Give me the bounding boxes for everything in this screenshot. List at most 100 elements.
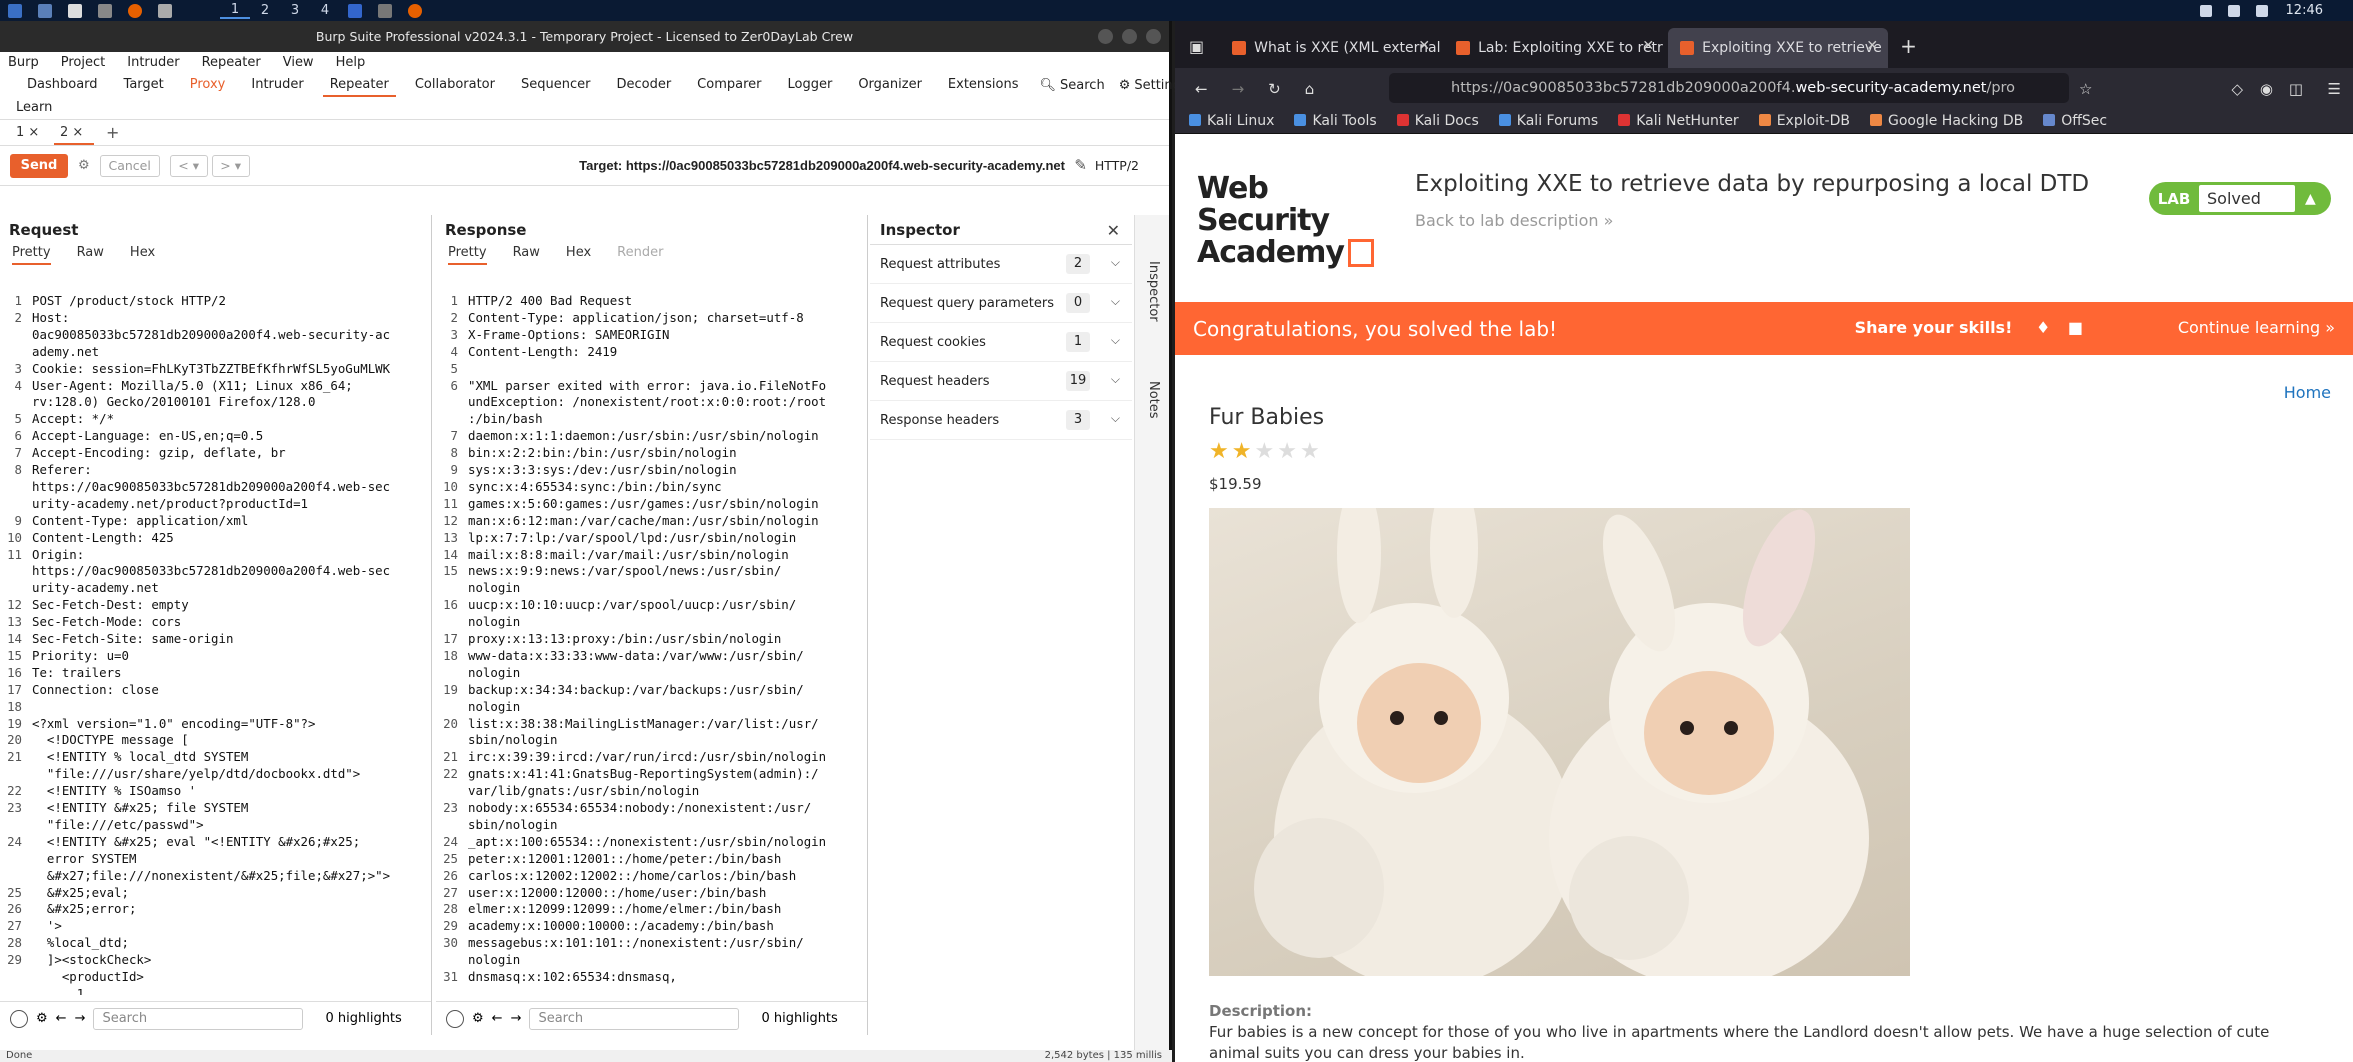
tab-repeater[interactable]: Repeater: [317, 72, 402, 98]
browser-tab-1[interactable]: What is XXE (XML external ✕: [1220, 28, 1440, 68]
reload-icon[interactable]: ↻: [1268, 80, 1281, 98]
close-tab-icon[interactable]: ✕: [1418, 38, 1430, 54]
forward-history-button[interactable]: > ▾: [211, 154, 250, 177]
app-launcher-icon[interactable]: [38, 3, 52, 18]
next-match-icon[interactable]: →: [511, 1011, 522, 1026]
cancel-button[interactable]: Cancel: [99, 154, 160, 177]
menu-help[interactable]: Help: [336, 55, 366, 70]
bookmark-star-icon[interactable]: ☆: [2079, 80, 2092, 98]
web-security-academy-logo[interactable]: Web Security Academy: [1197, 173, 1397, 269]
tab-sequencer[interactable]: Sequencer: [508, 72, 603, 98]
search-icon[interactable]: 🔍︎: [1040, 78, 1057, 93]
home-link[interactable]: Home: [2284, 383, 2331, 402]
request-view-hex[interactable]: Hex: [130, 245, 155, 265]
new-tab-icon[interactable]: +: [1900, 34, 1917, 58]
edit-target-icon[interactable]: ✎: [1074, 156, 1087, 174]
network-icon[interactable]: [2199, 4, 2212, 17]
back-icon[interactable]: ←: [1195, 80, 1208, 98]
side-tab-notes[interactable]: Notes: [1146, 381, 1161, 419]
gear-icon[interactable]: ⚙: [1119, 78, 1131, 93]
send-button[interactable]: Send: [10, 153, 68, 178]
twitter-icon[interactable]: ♦: [2036, 318, 2050, 337]
workspace-4[interactable]: 4: [310, 3, 340, 18]
tab-intruder[interactable]: Intruder: [238, 72, 316, 98]
volume-icon[interactable]: [2227, 4, 2240, 17]
url-bar[interactable]: https://0ac90085033bc57281db209000a200f4…: [1389, 73, 2069, 103]
back-to-description-link[interactable]: Back to lab description »: [1415, 211, 1613, 230]
tab-extensions[interactable]: Extensions: [935, 72, 1032, 98]
add-tab-icon[interactable]: +: [106, 123, 119, 142]
request-view-raw[interactable]: Raw: [77, 245, 104, 265]
tab-comparer[interactable]: Comparer: [684, 72, 774, 98]
kali-menu-icon[interactable]: [8, 3, 22, 18]
menu-repeater[interactable]: Repeater: [202, 55, 261, 70]
firefox-icon[interactable]: [128, 3, 142, 18]
inspector-response-headers[interactable]: Response headers 3 ⌵: [870, 401, 1132, 440]
close-tab-icon[interactable]: ✕: [1642, 38, 1654, 54]
inspector-request-cookies[interactable]: Request cookies 1 ⌵: [870, 323, 1132, 362]
pocket-icon[interactable]: ◇: [2231, 80, 2243, 98]
menu-burp[interactable]: Burp: [8, 55, 39, 70]
close-icon[interactable]: [1146, 29, 1161, 44]
terminal-icon[interactable]: [98, 3, 112, 18]
protocol-label[interactable]: HTTP/2: [1095, 158, 1139, 173]
tab-dashboard[interactable]: Dashboard: [14, 72, 111, 98]
forward-icon[interactable]: →: [1232, 80, 1245, 98]
account-icon[interactable]: ◉: [2260, 80, 2273, 98]
side-tab-inspector[interactable]: Inspector: [1146, 261, 1161, 322]
repeater-tab-2[interactable]: 2 ×: [54, 120, 94, 145]
menu-view[interactable]: View: [283, 55, 314, 70]
menu-intruder[interactable]: Intruder: [127, 55, 179, 70]
continue-learning-link[interactable]: Continue learning »: [2178, 318, 2335, 337]
response-search-input[interactable]: Search: [529, 1007, 740, 1030]
browser-tab-2[interactable]: Lab: Exploiting XXE to retr ✕: [1444, 28, 1664, 68]
inspector-query-parameters[interactable]: Request query parameters 0 ⌵: [870, 284, 1132, 323]
help-icon[interactable]: [10, 1009, 28, 1028]
notification-icon[interactable]: [2255, 4, 2268, 17]
request-editor[interactable]: 1 POST /product/stock HTTP/2 2 Host: 0ac9008…: [0, 293, 431, 995]
tab-target[interactable]: Target: [111, 72, 177, 98]
terminal-window-icon[interactable]: [158, 3, 172, 18]
inspector-request-attributes[interactable]: Request attributes 2 ⌵: [870, 245, 1132, 284]
settings-icon[interactable]: ⚙: [36, 1011, 48, 1026]
menu-project[interactable]: Project: [61, 55, 105, 70]
tab-decoder[interactable]: Decoder: [603, 72, 684, 98]
files-icon[interactable]: [68, 3, 82, 18]
bookmark-offsec[interactable]: OffSec: [2043, 113, 2107, 129]
bookmark-kali-tools[interactable]: Kali Tools: [1294, 113, 1377, 129]
minimize-icon[interactable]: [1098, 29, 1113, 44]
firefox-task-icon[interactable]: [408, 3, 422, 18]
tab-learn[interactable]: Learn: [16, 100, 52, 115]
tab-logger[interactable]: Logger: [775, 72, 846, 98]
response-view-hex[interactable]: Hex: [566, 245, 591, 265]
workspace-2[interactable]: 2: [250, 3, 280, 18]
close-inspector-icon[interactable]: ✕: [1107, 221, 1120, 240]
request-search-input[interactable]: Search: [93, 1007, 304, 1030]
prev-match-icon[interactable]: ←: [56, 1011, 67, 1026]
menu-icon[interactable]: ☰: [2328, 80, 2341, 98]
response-view-pretty[interactable]: Pretty: [448, 245, 487, 265]
next-match-icon[interactable]: →: [75, 1011, 86, 1026]
bookmark-kali-nethunter[interactable]: Kali NetHunter: [1618, 113, 1739, 129]
tab-overview-icon[interactable]: ▣: [1189, 37, 1204, 56]
settings-icon[interactable]: ⚙: [472, 1011, 484, 1026]
response-view-raw[interactable]: Raw: [513, 245, 540, 265]
bookmark-exploit-db[interactable]: Exploit-DB: [1758, 113, 1850, 129]
request-view-pretty[interactable]: Pretty: [12, 245, 51, 265]
extensions-icon[interactable]: ◫: [2289, 80, 2303, 98]
response-view-render[interactable]: Render: [617, 245, 663, 265]
tab-organizer[interactable]: Organizer: [845, 72, 935, 98]
workspace-1[interactable]: 1: [220, 2, 250, 19]
help-icon[interactable]: [446, 1009, 464, 1028]
burp-task-icon[interactable]: [348, 3, 362, 18]
tab-collaborator[interactable]: Collaborator: [402, 72, 508, 98]
response-editor[interactable]: 1 HTTP/2 400 Bad Request 2 Content-Type: ap…: [436, 293, 867, 995]
linkedin-icon[interactable]: ■: [2068, 318, 2083, 337]
tab-proxy[interactable]: Proxy: [177, 72, 239, 98]
browser-tab-3[interactable]: Exploiting XXE to retrieve ✕: [1668, 28, 1889, 68]
home-icon[interactable]: ⌂: [1305, 80, 1315, 98]
workspace-3[interactable]: 3: [280, 3, 310, 18]
bookmark-kali-docs[interactable]: Kali Docs: [1396, 113, 1479, 129]
repeater-tab-1[interactable]: 1 ×: [10, 121, 50, 145]
maximize-icon[interactable]: [1122, 29, 1137, 44]
